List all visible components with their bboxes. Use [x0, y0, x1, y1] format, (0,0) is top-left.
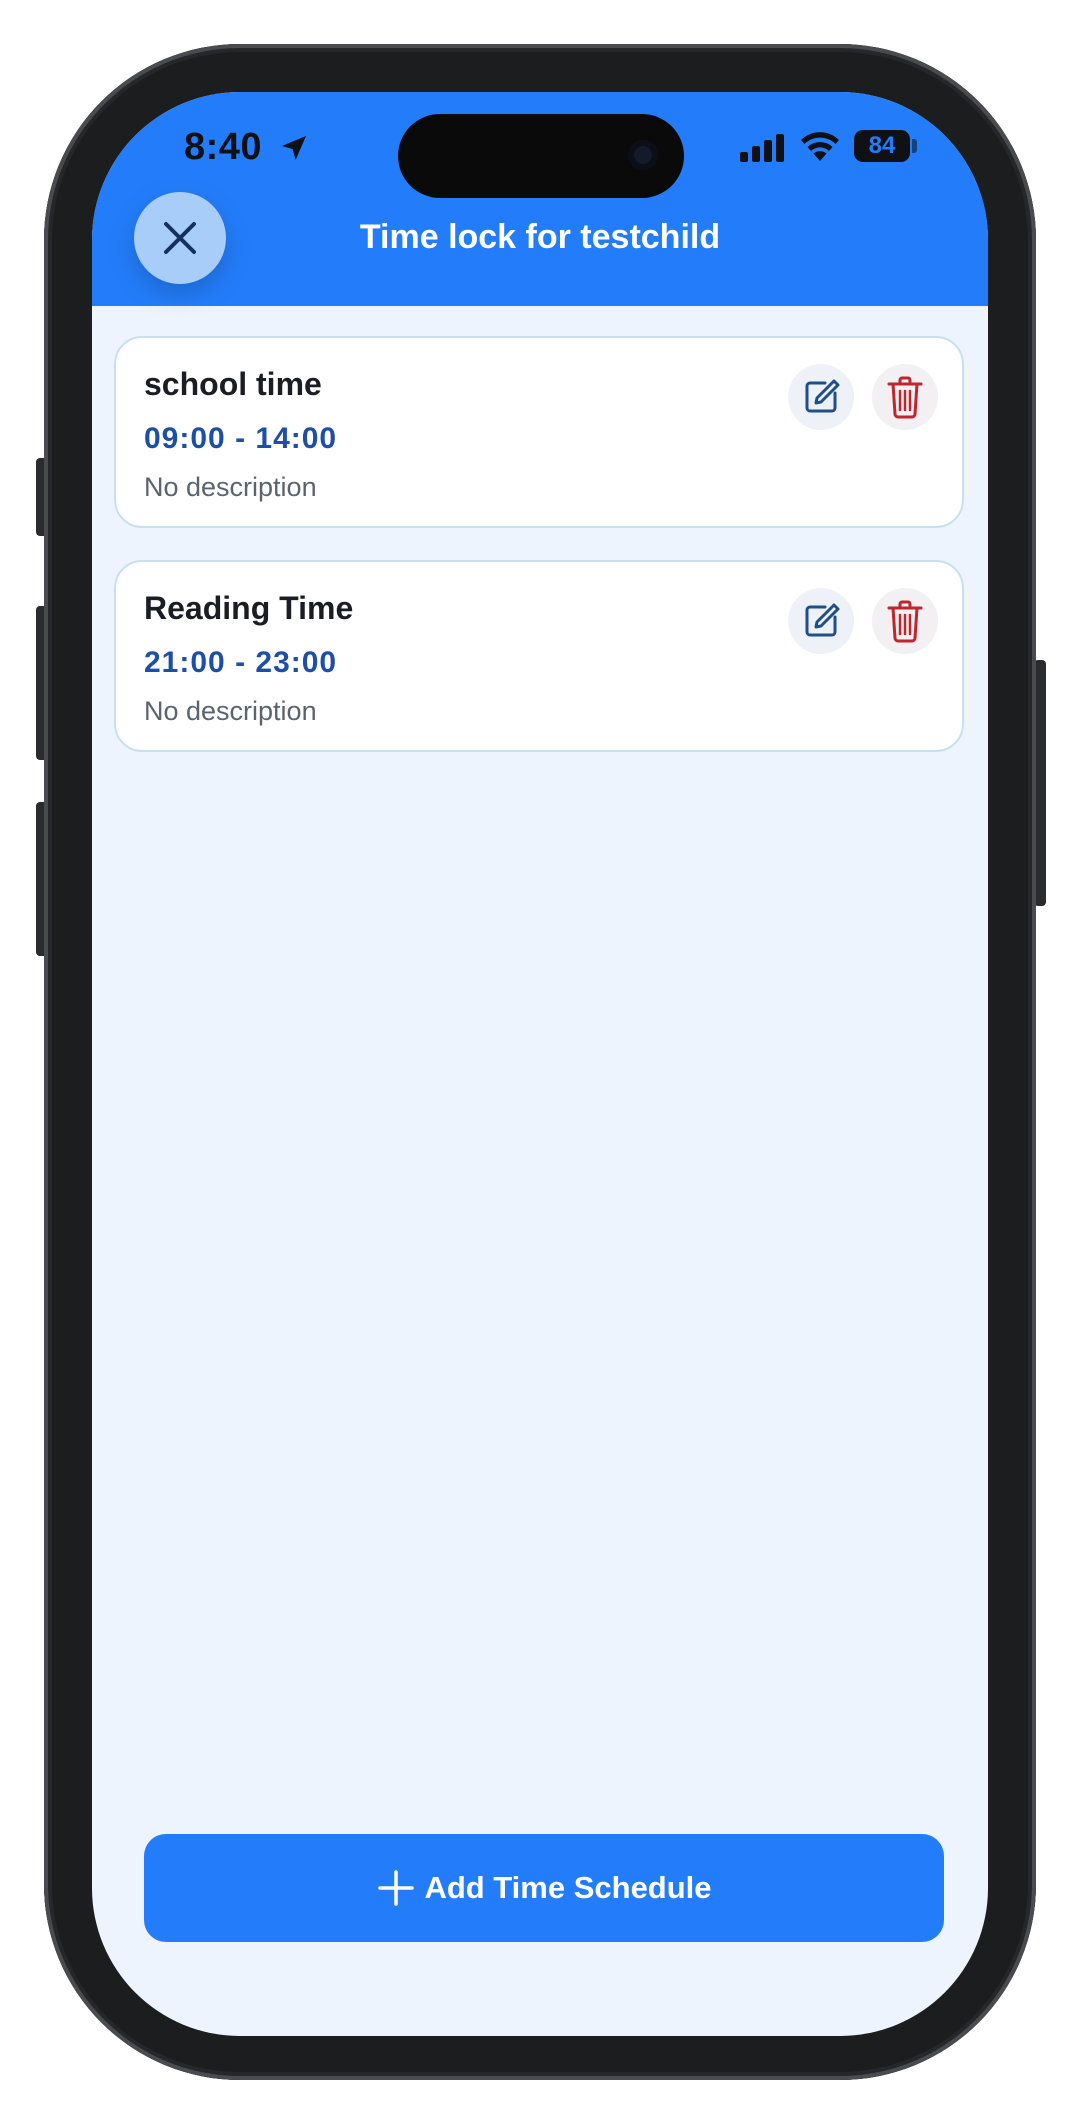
schedule-title: Reading Time: [144, 590, 354, 626]
battery-icon: 84: [854, 130, 910, 162]
trash-icon: [887, 600, 923, 643]
front-camera: [628, 140, 658, 170]
wifi-icon: [801, 132, 839, 161]
delete-button[interactable]: [872, 364, 938, 430]
schedule-time-range: 21:00 - 23:00: [144, 646, 338, 679]
dynamic-island: [398, 114, 684, 198]
edit-button[interactable]: [788, 364, 854, 430]
schedule-description: No description: [144, 696, 317, 726]
delete-button[interactable]: [872, 588, 938, 654]
schedule-card: school time 09:00 - 14:00 No description: [114, 336, 964, 528]
page-title: Time lock for testchild: [359, 218, 721, 256]
signal-icon: [740, 134, 784, 162]
schedule-title: school time: [144, 366, 322, 402]
edit-button[interactable]: [788, 588, 854, 654]
header: 8:40 84 Time lock for testchild: [92, 92, 988, 306]
screen: 8:40 84 Time lock for testchild school t…: [92, 92, 988, 2036]
status-time: 8:40: [184, 126, 263, 168]
edit-icon: [805, 379, 840, 413]
schedule-time-range: 09:00 - 14:00: [144, 422, 338, 455]
schedule-card: Reading Time 21:00 - 23:00 No descriptio…: [114, 560, 964, 752]
plus-icon: [378, 1870, 415, 1906]
add-time-schedule-label: Add Time Schedule: [424, 1870, 712, 1905]
trash-icon: [887, 376, 923, 419]
location-arrow-icon: [282, 136, 306, 160]
add-time-schedule-button[interactable]: Add Time Schedule: [144, 1834, 944, 1942]
battery-cap: [912, 139, 917, 153]
schedule-description: No description: [144, 472, 317, 502]
edit-icon: [805, 603, 840, 637]
